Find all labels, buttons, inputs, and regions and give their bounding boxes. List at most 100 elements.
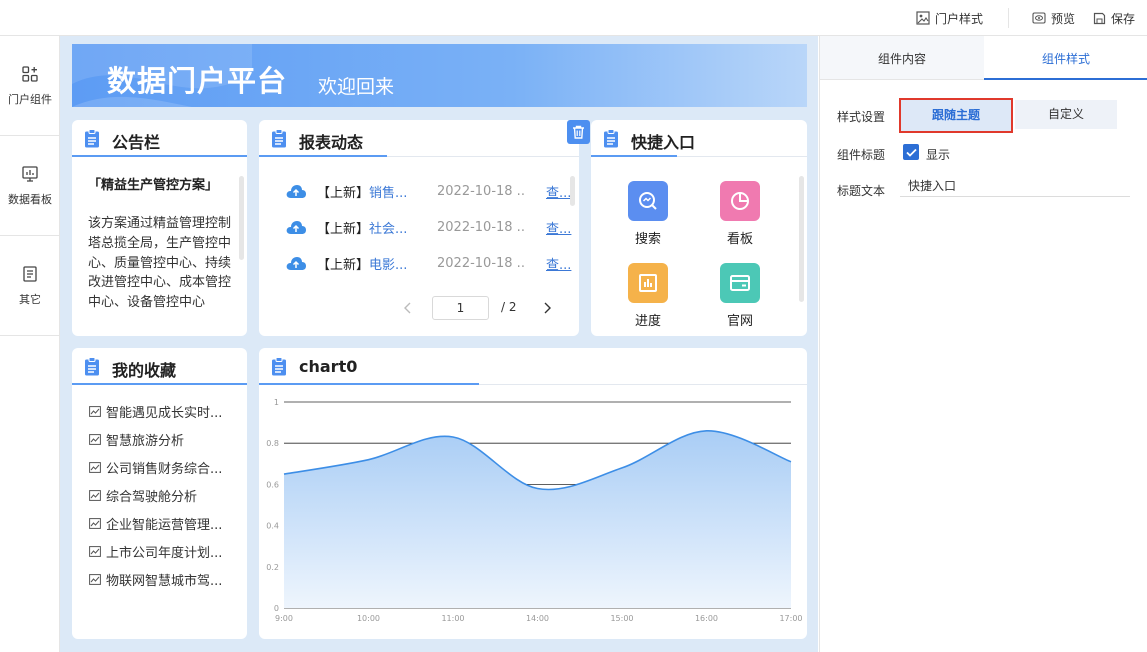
header-underline [259,155,387,157]
pie-chart-icon [720,181,760,221]
checkmark-icon [905,148,917,157]
quick-item-website[interactable]: 官网 [710,263,770,329]
banner-title: 数据门户平台 [107,64,288,98]
delete-component-button[interactable] [567,120,590,144]
page-input[interactable]: 1 [432,296,489,320]
browser-window-icon [720,263,760,303]
report-name-link[interactable]: 电影... [369,254,409,273]
save-button[interactable]: 保存 [1093,10,1135,26]
favorite-item[interactable]: 智慧旅游分析 [89,430,185,449]
page-total: / 2 [501,300,517,314]
report-view-link[interactable]: 查... [546,218,572,237]
title-text-input[interactable] [900,175,1130,197]
scrollbar[interactable] [239,176,244,260]
show-title-checkbox[interactable] [903,144,919,160]
chart-window-icon [89,461,101,473]
favorites-card[interactable]: 我的收藏 智能遇见成长实时... 智慧旅游分析 公司销售财务综合... 综合驾驶… [72,348,247,639]
favorite-label: 公司销售财务综合... [106,461,223,477]
cloud-upload-icon [286,185,306,198]
property-panel: 组件内容 组件样式 样式设置 跟随主题 自定义 组件标题 显示 标题文本 [819,36,1147,652]
bar-chart-icon [628,263,668,303]
quick-entry-card[interactable]: 快捷入口 搜索 看板 进度 官网 [591,120,807,336]
favorite-item[interactable]: 公司销售财务综合... [89,458,223,477]
chart-card[interactable]: chart0 0 0.2 0.4 0.6 0.8 1 9:00 10:00 11:00 14:0… [259,348,807,639]
custom-style-button[interactable]: 自定义 [1015,100,1117,129]
chart-area-fill [284,430,791,608]
widgets-icon [22,65,38,82]
rail-item-portal-components[interactable]: 门户组件 [0,36,60,136]
chevron-right-icon[interactable] [542,302,552,314]
favorite-label: 智能遇见成长实时... [106,405,223,421]
report-date: 2022-10-18 ... [437,255,525,271]
report-name-link[interactable]: 销售... [369,182,409,201]
rail-label: 数据看板 [8,192,52,206]
report-title: 报表动态 [299,133,364,152]
favorite-label: 智慧旅游分析 [106,433,185,449]
y-tick-label: 0.4 [266,522,279,531]
rail-label: 其它 [19,292,41,306]
quick-item-label: 官网 [726,314,753,329]
rail-item-other[interactable]: 其它 [0,236,60,336]
notice-item-body: 该方案通过精益管理控制塔总揽全局，生产管控中心、质量管控中心、持续改进管控中心、… [88,216,232,311]
show-label: 显示 [926,148,951,162]
favorite-item[interactable]: 企业智能运营管理... [89,514,222,533]
notice-card[interactable]: 公告栏 「精益生产管控方案」 该方案通过精益管理控制塔总揽全局，生产管控中心、质… [72,120,247,336]
quick-item-progress[interactable]: 进度 [618,263,678,329]
report-card[interactable]: 报表动态 【上新】 销售... 2022-10-18 ... 查... 【上新】社… [259,120,579,336]
report-date: 2022-10-18 ... [437,219,525,235]
banner-subtitle: 欢迎回来 [318,76,395,98]
report-name-link[interactable]: 社会... [369,218,409,237]
rail-label: 门户组件 [8,92,52,106]
x-tick-label: 9:00 [275,614,293,623]
chart-window-icon [89,517,101,529]
report-row[interactable]: 【上新】 销售... 2022-10-18 ... 查... [285,181,571,201]
preview-button[interactable]: 预览 [1032,10,1075,26]
rail-item-data-dashboard[interactable]: 数据看板 [0,136,60,236]
chart-window-icon [89,489,101,501]
x-tick-label: 14:00 [526,614,549,623]
dashboard-icon [22,165,38,182]
area-chart: 0 0.2 0.4 0.6 0.8 1 9:00 10:00 11:00 14:00 15:00 1… [266,398,802,623]
card-header: 我的收藏 [72,348,247,385]
tab-component-style[interactable]: 组件样式 [984,36,1147,80]
toolbar-divider [1008,8,1009,28]
header-underline [259,383,479,385]
title-text-label: 标题文本 [837,184,886,198]
quick-item-search[interactable]: 搜索 [618,181,678,247]
chevron-left-icon[interactable] [403,302,413,314]
clipboard-icon [272,129,286,148]
follow-theme-button[interactable]: 跟随主题 [899,98,1013,133]
favorite-item[interactable]: 物联网智慧城市驾... [89,570,222,589]
favorites-title: 我的收藏 [112,361,177,380]
report-row[interactable]: 【上新】 社会... 2022-10-18 ... 查... [285,217,571,237]
y-tick-label: 0 [274,604,279,613]
clipboard-icon [85,129,99,148]
document-icon [23,265,37,282]
report-view-link[interactable]: 查... [546,182,572,201]
save-label: 保存 [1111,11,1136,26]
quick-item-label: 看板 [726,232,753,247]
scrollbar[interactable] [570,176,575,206]
portal-banner: 数据门户平台 欢迎回来 [72,44,807,107]
report-row[interactable]: 【上新】 电影... 2022-10-18 ... 查... [285,253,571,273]
report-view-link[interactable]: 查... [546,254,572,273]
favorite-item[interactable]: 上市公司年度计划... [89,542,222,561]
chart-window-icon [89,545,101,557]
report-date: 2022-10-18 ... [437,183,525,199]
image-style-icon [916,11,930,25]
portal-style-button[interactable]: 门户样式 [916,10,983,26]
tab-component-content[interactable]: 组件内容 [820,36,984,80]
pagination: 1 / 2 [259,296,579,320]
chart-window-icon [89,433,101,445]
scrollbar[interactable] [799,176,804,302]
notice-title: 公告栏 [112,133,161,152]
y-tick-label: 0.2 [266,563,279,572]
favorite-item[interactable]: 综合驾驶舱分析 [89,486,197,505]
notice-item-title[interactable]: 「精益生产管控方案」 [88,176,228,196]
report-tag: 【上新】 [317,221,370,237]
chart-window-icon [89,573,101,585]
y-tick-label: 0.8 [266,439,279,448]
quick-item-dashboard[interactable]: 看板 [710,181,770,247]
favorite-item[interactable]: 智能遇见成长实时... [89,402,223,421]
cloud-upload-icon [286,221,306,234]
